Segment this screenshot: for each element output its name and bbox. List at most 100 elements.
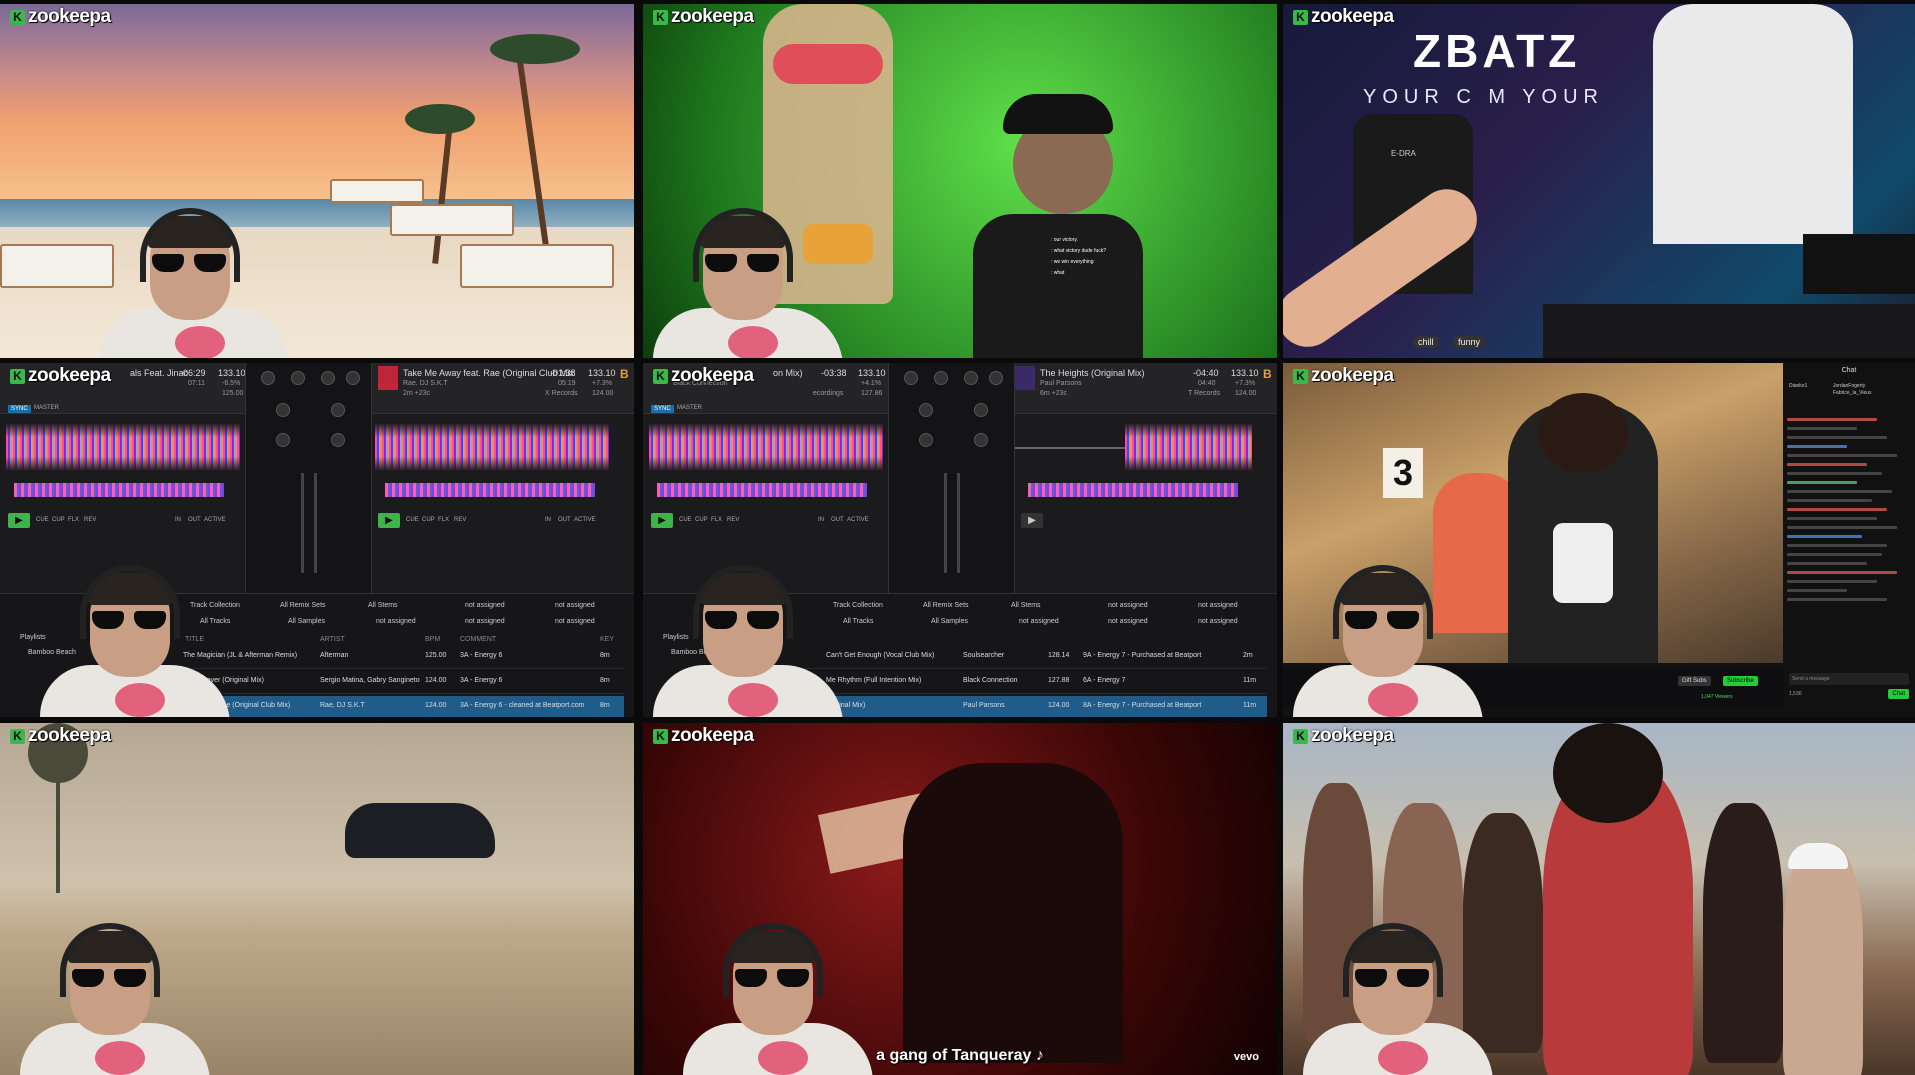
rev-button[interactable]: REV bbox=[84, 517, 96, 523]
stream-tile-desert-car[interactable]: K zookeepa bbox=[0, 723, 634, 1075]
master-button[interactable]: MASTER bbox=[34, 405, 59, 411]
in-button[interactable]: IN bbox=[545, 517, 551, 523]
source-slot[interactable]: not assigned bbox=[1108, 602, 1148, 609]
cup-button[interactable]: CUP bbox=[422, 517, 435, 523]
source-slot[interactable]: not assigned bbox=[555, 602, 595, 609]
stream-tile-green[interactable]: : our victory. : what victory dude fuck?… bbox=[643, 4, 1277, 358]
source-slot[interactable]: not assigned bbox=[1019, 618, 1059, 625]
source-all-samples[interactable]: All Samples bbox=[288, 618, 325, 625]
source-slot[interactable]: not assigned bbox=[376, 618, 416, 625]
source-remix-sets[interactable]: All Remix Sets bbox=[280, 602, 326, 609]
cup-button[interactable]: CUP bbox=[695, 517, 708, 523]
deck-a-overview[interactable] bbox=[657, 483, 867, 497]
gain-knob[interactable] bbox=[989, 371, 1003, 385]
tag-chip[interactable]: funny bbox=[1453, 336, 1486, 348]
table-row-selected[interactable]: Original Mix) Paul Parsons 124.00 8A - E… bbox=[783, 696, 1267, 717]
stream-tile-restaurant[interactable]: 3 Chat Dianko1 JordanFogerty Fabrice_la_… bbox=[1283, 363, 1915, 717]
out-button[interactable]: OUT bbox=[188, 517, 201, 523]
gain-knob[interactable] bbox=[346, 371, 360, 385]
source-remix-sets[interactable]: All Remix Sets bbox=[923, 602, 969, 609]
stream-tile-music-video[interactable]: a gang of Tanqueray ♪ vevo K zookeepa bbox=[643, 723, 1277, 1075]
stream-tile-cyberpunk[interactable]: ZBATZ YOUR C M YOUR E-DRA chill funny K … bbox=[1283, 4, 1915, 358]
mid-knob[interactable] bbox=[276, 403, 290, 417]
source-slot[interactable]: not assigned bbox=[1108, 618, 1148, 625]
cup-button[interactable]: CUP bbox=[52, 517, 65, 523]
sync-button[interactable]: SYNC bbox=[651, 405, 674, 413]
flx-button[interactable]: FLX bbox=[711, 517, 722, 523]
hi-knob[interactable] bbox=[291, 371, 305, 385]
tag-chip[interactable]: chill bbox=[1413, 336, 1439, 348]
play-button[interactable]: ▶ bbox=[651, 513, 673, 528]
column-bpm[interactable]: BPM bbox=[425, 636, 440, 643]
source-all-samples[interactable]: All Samples bbox=[931, 618, 968, 625]
source-stems[interactable]: All Stems bbox=[368, 602, 398, 609]
stream-tile-dj-software-mid[interactable]: on Mix) Black Connection -03:38 133.10 +… bbox=[643, 363, 1277, 717]
source-slot[interactable]: not assigned bbox=[1198, 618, 1238, 625]
deck-b-bpm: 133.10 bbox=[1231, 368, 1259, 378]
gain-knob[interactable] bbox=[261, 371, 275, 385]
stream-tile-crowd-scene[interactable]: K zookeepa bbox=[1283, 723, 1915, 1075]
source-slot[interactable]: not assigned bbox=[555, 618, 595, 625]
master-button[interactable]: MASTER bbox=[677, 405, 702, 411]
source-stems[interactable]: All Stems bbox=[1011, 602, 1041, 609]
sync-button[interactable]: SYNC bbox=[8, 405, 31, 413]
cue-button[interactable]: CUE bbox=[36, 517, 49, 523]
active-button[interactable]: ACTIVE bbox=[574, 517, 596, 523]
table-row[interactable]: Me Rhythm (Full Intention Mix) Black Con… bbox=[783, 671, 1267, 694]
gain-knob[interactable] bbox=[904, 371, 918, 385]
source-slot[interactable]: not assigned bbox=[1198, 602, 1238, 609]
flx-button[interactable]: FLX bbox=[68, 517, 79, 523]
lo-knob[interactable] bbox=[331, 433, 345, 447]
hi-knob[interactable] bbox=[321, 371, 335, 385]
stream-tile-beach[interactable]: K zookeepa bbox=[0, 4, 634, 358]
zookeepa-logo-icon: K bbox=[653, 9, 668, 25]
cue-button[interactable]: CUE bbox=[406, 517, 419, 523]
column-comment[interactable]: COMMENT bbox=[460, 636, 496, 643]
deck-b-bpm: 133.10 bbox=[588, 368, 616, 378]
deck-a-waveform[interactable] bbox=[6, 423, 240, 471]
deck-b-overview[interactable] bbox=[1028, 483, 1238, 497]
shirt-print bbox=[1378, 1041, 1428, 1075]
deck-a-waveform[interactable] bbox=[649, 423, 883, 471]
table-row[interactable]: Can't Get Enough (Vocal Club Mix) Soulse… bbox=[783, 646, 1267, 669]
channel-fader[interactable] bbox=[301, 473, 304, 573]
channel-fader[interactable] bbox=[314, 473, 317, 573]
mid-knob[interactable] bbox=[919, 403, 933, 417]
deck-b-waveform[interactable] bbox=[1125, 423, 1252, 471]
lo-knob[interactable] bbox=[974, 433, 988, 447]
out-button[interactable]: OUT bbox=[831, 517, 844, 523]
chat-send-button[interactable]: Chat bbox=[1888, 689, 1909, 699]
rev-button[interactable]: REV bbox=[727, 517, 739, 523]
subscribe-button[interactable]: Subscribe bbox=[1723, 676, 1758, 686]
source-slot[interactable]: not assigned bbox=[465, 618, 505, 625]
column-artist[interactable]: ARTIST bbox=[320, 636, 345, 643]
channel-fader[interactable] bbox=[957, 473, 960, 573]
cue-button[interactable]: CUE bbox=[679, 517, 692, 523]
lo-knob[interactable] bbox=[276, 433, 290, 447]
deck-a-overview[interactable] bbox=[14, 483, 224, 497]
rev-button[interactable]: REV bbox=[454, 517, 466, 523]
hi-knob[interactable] bbox=[964, 371, 978, 385]
play-button[interactable]: ▶ bbox=[8, 513, 30, 528]
active-button[interactable]: ACTIVE bbox=[204, 517, 226, 523]
column-key[interactable]: KEY bbox=[600, 636, 614, 643]
play-button[interactable]: ▶ bbox=[1021, 513, 1043, 528]
channel-fader[interactable] bbox=[944, 473, 947, 573]
stream-tile-dj-software-left[interactable]: als Feat. Jinac -06:29 133.10 07:11 -6.5… bbox=[0, 363, 634, 717]
deck-b-overview[interactable] bbox=[385, 483, 595, 497]
mid-knob[interactable] bbox=[974, 403, 988, 417]
hi-knob[interactable] bbox=[934, 371, 948, 385]
out-button[interactable]: OUT bbox=[558, 517, 571, 523]
play-button[interactable]: ▶ bbox=[378, 513, 400, 528]
deck-b-waveform[interactable] bbox=[375, 423, 609, 471]
lo-knob[interactable] bbox=[919, 433, 933, 447]
source-slot[interactable]: not assigned bbox=[465, 602, 505, 609]
in-button[interactable]: IN bbox=[175, 517, 181, 523]
active-button[interactable]: ACTIVE bbox=[847, 517, 869, 523]
chat-input[interactable]: Send a message bbox=[1789, 673, 1909, 685]
mid-knob[interactable] bbox=[331, 403, 345, 417]
in-button[interactable]: IN bbox=[818, 517, 824, 523]
source-all-tracks[interactable]: All Tracks bbox=[843, 618, 873, 625]
flx-button[interactable]: FLX bbox=[438, 517, 449, 523]
gift-subs-button[interactable]: Gift Subs bbox=[1678, 676, 1711, 686]
